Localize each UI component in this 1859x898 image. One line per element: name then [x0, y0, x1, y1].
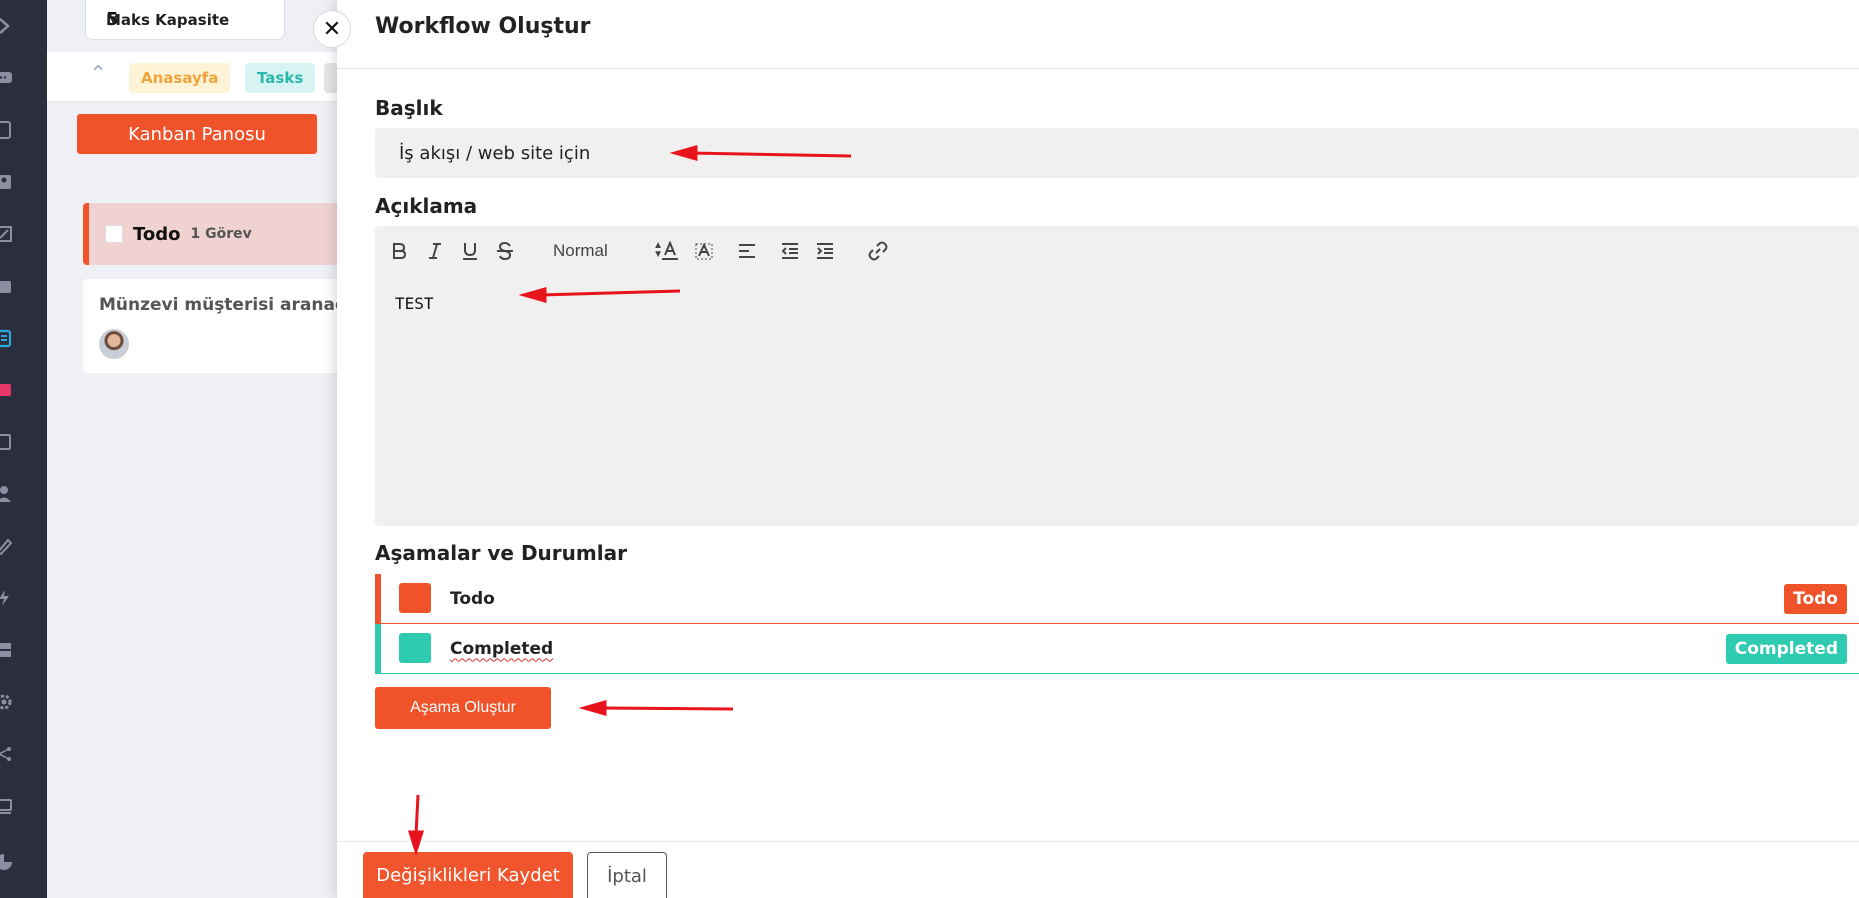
- format-select-value: Normal: [553, 241, 608, 260]
- description-editor[interactable]: Normal ▲ ▼ TEST: [375, 226, 1859, 526]
- create-stage-button[interactable]: Aşama Oluştur: [375, 687, 551, 729]
- underline-icon[interactable]: [460, 240, 480, 262]
- kanban-column-header: Todo 1 Görev: [83, 203, 337, 265]
- editor-toolbar: Normal ▲ ▼: [375, 226, 1859, 276]
- divider: [337, 68, 1859, 69]
- left-sidebar: [0, 0, 47, 898]
- share-icon[interactable]: [0, 744, 14, 764]
- breadcrumb-more[interactable]: [324, 63, 337, 93]
- save-button[interactable]: Değişiklikleri Kaydet: [363, 852, 573, 898]
- cancel-button[interactable]: İptal: [587, 852, 667, 898]
- modal-footer: Değişiklikleri Kaydet İptal: [337, 841, 1859, 898]
- clipboard-icon[interactable]: [0, 328, 14, 348]
- title-input[interactable]: İş akışı / web site için: [375, 128, 1859, 178]
- document-icon[interactable]: [0, 120, 14, 140]
- italic-icon[interactable]: [425, 240, 445, 262]
- edit-box-icon[interactable]: [0, 224, 14, 244]
- stage-name[interactable]: Todo: [450, 589, 495, 609]
- pie-chart-icon[interactable]: [0, 852, 14, 872]
- contact-icon[interactable]: [0, 172, 14, 192]
- settings-icon[interactable]: [0, 692, 14, 712]
- stage-row[interactable]: Completed Completed: [375, 624, 1859, 674]
- workflow-modal: Workflow Oluştur Başlık İş akışı / web s…: [337, 0, 1859, 898]
- strikethrough-icon[interactable]: [495, 240, 515, 262]
- close-modal-button[interactable]: ✕: [313, 10, 351, 48]
- stage-color-swatch[interactable]: [399, 583, 431, 613]
- breadcrumb-home[interactable]: Anasayfa: [129, 63, 231, 93]
- column-checkbox[interactable]: [105, 225, 123, 243]
- title-label: Başlık: [375, 96, 443, 120]
- monitor-icon[interactable]: [0, 796, 14, 816]
- modal-title: Workflow Oluştur: [375, 14, 591, 39]
- avatar: [99, 329, 129, 359]
- stage-name[interactable]: Completed: [450, 639, 553, 659]
- status-badge: Completed: [1725, 633, 1847, 664]
- expand-chevron-icon[interactable]: [0, 16, 14, 36]
- description-label: Açıklama: [375, 194, 478, 218]
- chevron-up-icon[interactable]: ⌃: [89, 62, 107, 87]
- background-page: 5 Maks Kapasite ⌃ Anasayfa Tasks Kanban …: [47, 0, 337, 898]
- chat-icon[interactable]: [0, 68, 14, 88]
- capacity-label: Maks Kapasite: [106, 10, 230, 29]
- bold-icon[interactable]: [389, 240, 409, 262]
- pen-icon[interactable]: [0, 536, 14, 556]
- editor-content[interactable]: TEST: [395, 294, 434, 313]
- layout-icon[interactable]: [0, 640, 14, 660]
- align-icon[interactable]: [737, 240, 757, 262]
- files-icon[interactable]: [0, 432, 14, 452]
- stage-row[interactable]: Todo Todo: [375, 574, 1859, 624]
- user-icon[interactable]: [0, 484, 14, 504]
- format-select[interactable]: Normal ▲ ▼: [553, 239, 663, 263]
- column-title: Todo: [133, 223, 181, 245]
- status-badge: Todo: [1784, 583, 1847, 614]
- lightning-icon[interactable]: [0, 588, 14, 608]
- column-task-count: 1 Görev: [190, 226, 252, 242]
- breadcrumb-tasks[interactable]: Tasks: [245, 63, 316, 93]
- background-color-icon[interactable]: [694, 240, 714, 262]
- breadcrumb: ⌃ Anasayfa Tasks: [47, 52, 337, 102]
- text-color-icon[interactable]: [660, 240, 680, 262]
- link-icon[interactable]: [868, 240, 888, 262]
- stages-label: Aşamalar ve Durumlar: [375, 541, 627, 565]
- task-card[interactable]: Münzevi müşterisi aranacak: [83, 279, 337, 373]
- stage-color-swatch[interactable]: [399, 633, 431, 663]
- outdent-icon[interactable]: [780, 240, 800, 262]
- indent-icon[interactable]: [815, 240, 835, 262]
- capacity-widget: 5 Maks Kapasite: [85, 0, 285, 40]
- calendar-icon[interactable]: [0, 276, 14, 296]
- close-icon: ✕: [322, 16, 342, 42]
- task-card-title: Münzevi müşterisi aranacak: [99, 295, 337, 315]
- kanban-board-button[interactable]: Kanban Panosu: [77, 114, 317, 154]
- ticket-icon[interactable]: [0, 380, 14, 400]
